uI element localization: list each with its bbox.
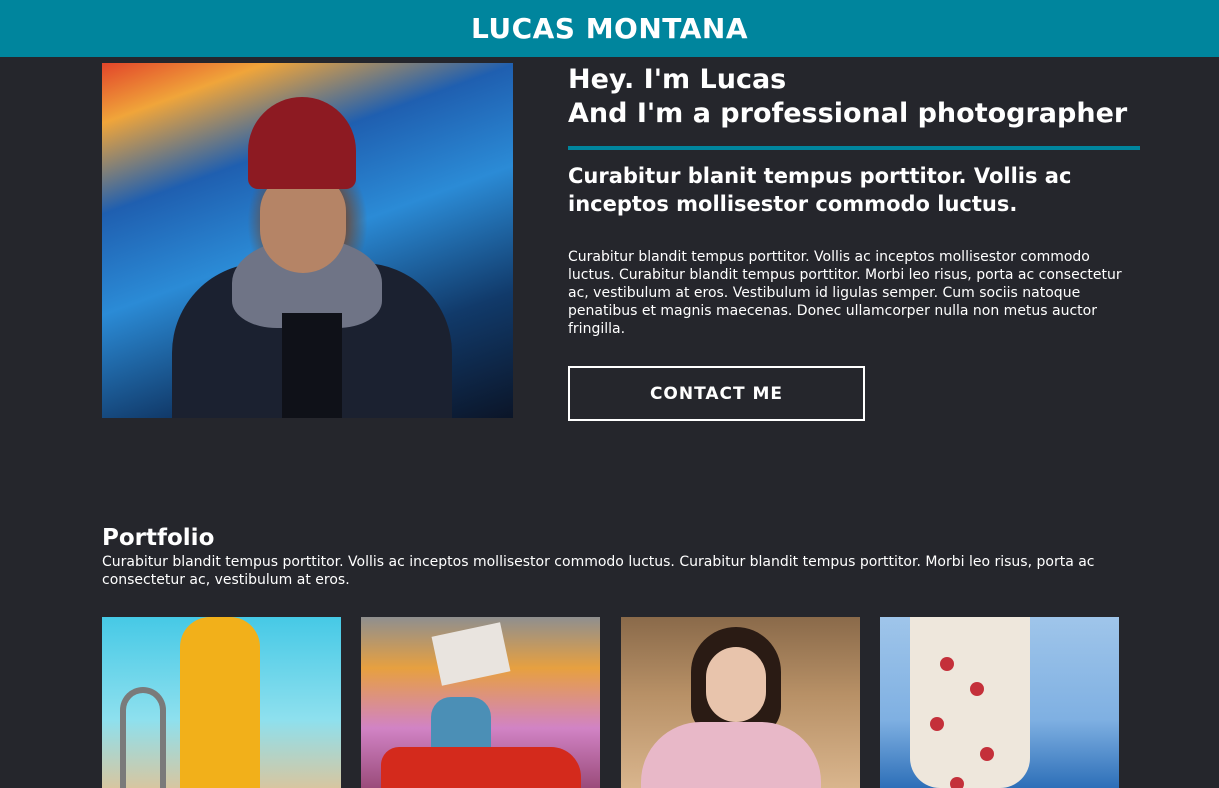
photo-beanie-shape	[248, 97, 356, 189]
portfolio-title: Portfolio	[102, 525, 215, 551]
intro-subheading: Curabitur blanit tempus porttitor. Volli…	[568, 164, 1072, 216]
intro-heading: Hey. I'm Lucas And I'm a professional ph…	[568, 63, 1140, 131]
portfolio-image-2[interactable]	[361, 617, 600, 788]
photo-face-shape	[706, 647, 766, 722]
profile-photo	[102, 63, 513, 418]
photo-shirt-shape	[282, 313, 342, 418]
photo-sign-shape	[431, 622, 511, 686]
photo-car-shape	[381, 747, 581, 788]
intro-heading-line1: Hey. I'm Lucas	[568, 64, 787, 95]
contact-me-button[interactable]: CONTACT ME	[568, 366, 865, 421]
portfolio-description: Curabitur blandit tempus porttitor. Voll…	[102, 554, 1095, 588]
accent-divider	[568, 146, 1140, 150]
photo-dress-shape	[641, 722, 821, 788]
site-title[interactable]: LUCAS MONTANA	[471, 14, 748, 43]
photo-figure-shape	[180, 617, 260, 788]
photo-dress-shape	[910, 617, 1030, 788]
portfolio-gallery	[102, 617, 1120, 788]
photo-hoop-shape	[120, 687, 166, 788]
photo-flower-pattern	[940, 657, 954, 671]
site-header: LUCAS MONTANA	[0, 0, 1219, 57]
portfolio-image-1[interactable]	[102, 617, 341, 788]
intro-heading-line2: And I'm a professional photographer	[568, 98, 1128, 129]
portfolio-image-3[interactable]	[621, 617, 860, 788]
intro-section: Hey. I'm Lucas And I'm a professional ph…	[568, 63, 1140, 338]
intro-body-text: Curabitur blandit tempus porttitor. Voll…	[568, 249, 1122, 337]
portfolio-image-4[interactable]	[880, 617, 1119, 788]
